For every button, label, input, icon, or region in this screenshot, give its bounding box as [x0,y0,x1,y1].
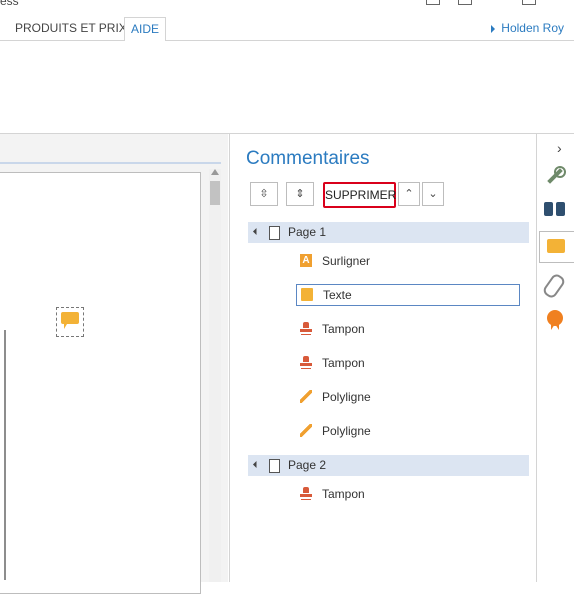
scroll-thumb[interactable] [210,181,220,205]
stamp-icon [300,322,312,335]
page-group-label: Page 1 [288,225,327,239]
list-item[interactable]: Tampon [296,319,518,339]
list-item[interactable]: Polyligne [296,387,518,407]
document-top-divider [0,162,221,164]
expand-all-icon: ⇳ [259,188,269,200]
list-item[interactable]: Polyligne [296,421,518,441]
collapse-arrow-icon[interactable] [252,460,261,469]
pencil-icon [300,390,312,403]
tab-produits-et-prix[interactable]: PRODUITS ET PRIX [9,17,133,39]
next-comment-button[interactable]: ⌄ [422,182,444,206]
comment-label: Polyligne [322,390,371,404]
pencil-icon [300,424,312,437]
text-note-icon [301,288,313,301]
title-bar: ess [0,0,574,14]
collapse-arrow-icon[interactable] [252,227,261,236]
ribbon-tabs: PRODUITS ET PRIX AIDE Holden Roy [0,14,574,42]
comment-label: Texte [323,288,352,302]
chevron-right-icon[interactable]: › [557,140,562,156]
inner-page-edge [0,330,6,580]
list-item[interactable]: Tampon [296,353,518,373]
user-name: Holden Roy [501,21,564,35]
attachments-button[interactable] [541,270,569,300]
ribbon-content [0,41,574,134]
list-item[interactable]: Tampon [296,484,518,504]
expand-all-button[interactable]: ⇳ [250,182,278,206]
page-group-1[interactable]: Page 1 [248,222,529,243]
window-title: ess [0,0,19,8]
previous-comment-button[interactable]: ⌃ [398,182,420,206]
binoculars-icon[interactable] [541,196,569,224]
comments-tab-button[interactable] [539,231,574,263]
chevron-down-icon: ⌄ [428,188,438,200]
scroll-up-icon[interactable] [211,169,219,175]
list-item-selected[interactable]: Texte [296,284,520,306]
comment-label: Surligner [322,254,371,268]
caret-right-icon [491,24,496,33]
close-icon[interactable] [522,0,536,5]
comment-label: Tampon [322,356,365,370]
stamp-icon [300,487,312,500]
attachment-icon [541,272,567,300]
vertical-scrollbar[interactable] [209,169,221,582]
page-group-2[interactable]: Page 2 [248,455,529,476]
tab-aide[interactable]: AIDE [124,17,167,42]
document-page[interactable] [0,172,201,594]
page-icon [269,226,280,240]
certificate-icon [547,310,563,330]
user-menu[interactable]: Holden Roy [491,17,564,39]
comment-label: Polyligne [322,424,371,438]
chevron-up-icon: ⌃ [404,188,414,200]
comment-label: Tampon [322,322,365,336]
list-item[interactable]: A Surligner [296,251,518,271]
document-pane [0,134,228,594]
page-icon [269,459,280,473]
stamp-icon [300,356,312,369]
restore-icon[interactable] [458,0,472,5]
comment-label: Tampon [322,487,365,501]
collapse-all-icon: ⇕ [295,188,305,200]
wrench-icon [544,166,566,186]
highlight-icon: A [300,254,312,267]
comments-panel: Commentaires ⇳ ⇕ SUPPRIMER ⌃ ⌄ Page 1 A … [229,134,536,582]
collapse-all-button[interactable]: ⇕ [286,182,314,206]
page-group-label: Page 2 [288,458,327,472]
panel-title: Commentaires [246,148,370,169]
right-tool-rail: › [536,134,574,582]
delete-button[interactable]: SUPPRIMER [323,182,396,208]
minimize-icon[interactable] [426,0,440,5]
comments-icon [547,239,565,253]
text-comment-marker-icon[interactable] [56,307,84,337]
tools-button[interactable] [541,162,569,190]
certificate-button[interactable] [541,306,569,334]
